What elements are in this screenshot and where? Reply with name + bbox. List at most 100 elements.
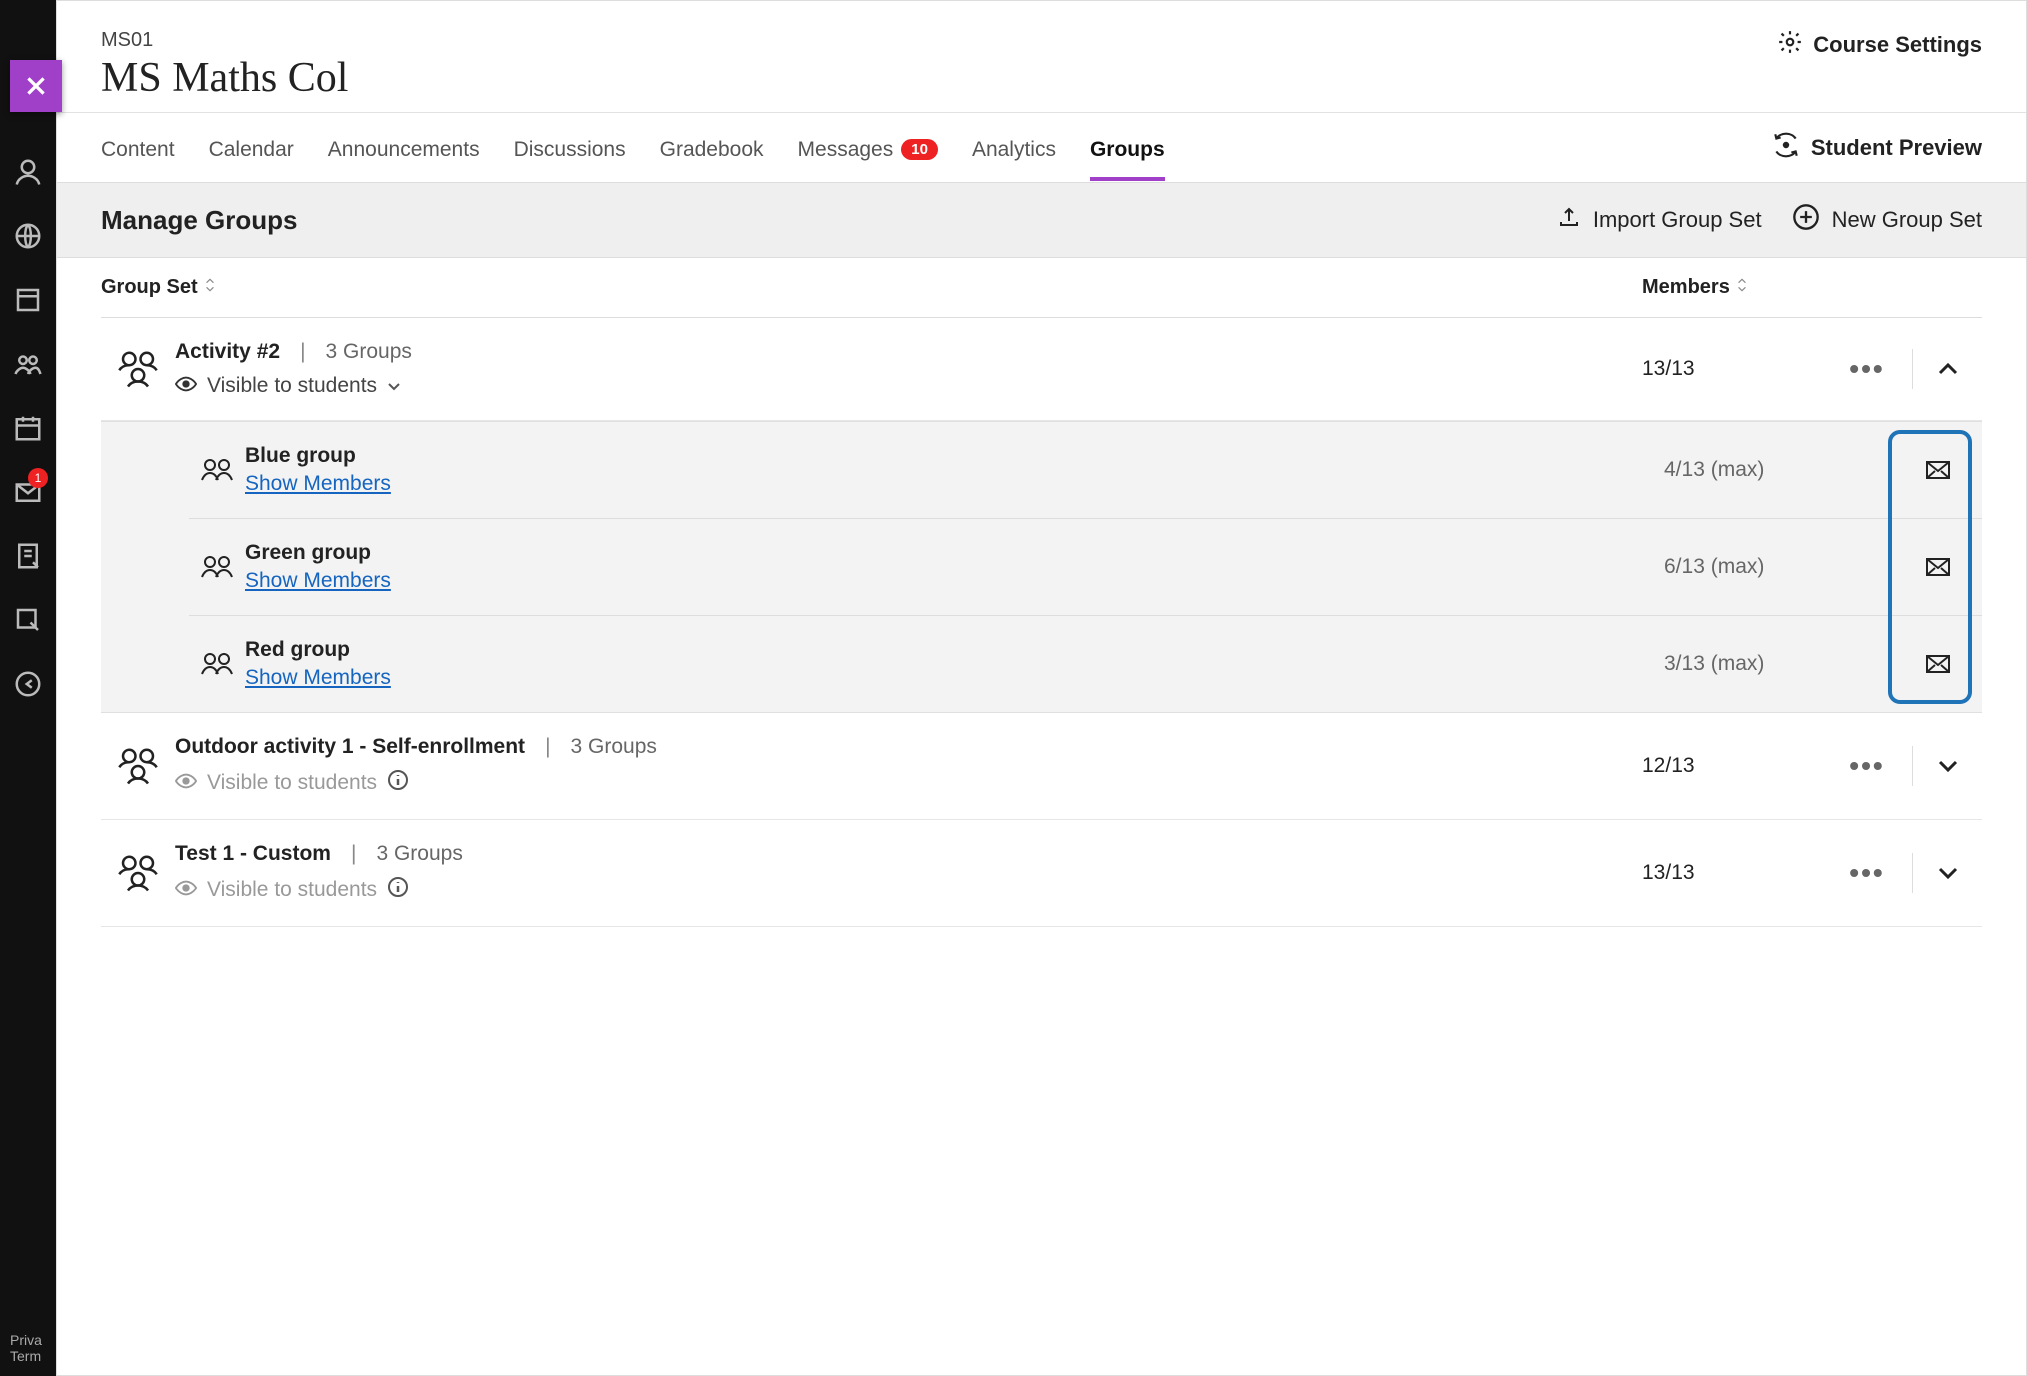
visibility-label: Visible to students — [175, 876, 1642, 904]
tab-gradebook[interactable]: Gradebook — [660, 116, 764, 180]
student-preview-label: Student Preview — [1811, 135, 1982, 161]
group-name: Green group — [245, 541, 1664, 565]
course-tabs: Content Calendar Announcements Discussio… — [57, 112, 2026, 182]
group-icon — [189, 553, 245, 581]
info-icon[interactable] — [387, 769, 409, 797]
members-count: 13/13 — [1642, 357, 1822, 381]
new-group-set-button[interactable]: New Group Set — [1792, 203, 1982, 237]
sort-icon — [204, 276, 216, 299]
message-group-button[interactable] — [1894, 655, 1982, 673]
sort-icon — [1736, 276, 1748, 299]
plus-circle-icon — [1792, 203, 1820, 237]
group-name: Red group — [245, 638, 1664, 662]
collapse-button[interactable] — [1912, 349, 1982, 389]
new-group-set-label: New Group Set — [1832, 207, 1982, 233]
main-panel: MS01 MS Maths Col Course Settings Conten… — [56, 0, 2027, 1376]
course-code: MS01 — [101, 29, 348, 52]
group-icon — [189, 650, 245, 678]
manage-groups-bar: Manage Groups Import Group Set New Group… — [57, 182, 2026, 258]
envelope-icon — [1926, 558, 1950, 576]
group-members-count: 4/13 (max) — [1664, 458, 1894, 482]
group-count: 3 Groups — [571, 735, 657, 759]
group-count: 3 Groups — [326, 340, 412, 364]
tab-announcements[interactable]: Announcements — [328, 116, 480, 180]
column-group-set[interactable]: Group Set — [101, 276, 1642, 299]
nav-messages-icon[interactable]: 1 — [0, 460, 56, 524]
group-row: Red group Show Members 3/13 (max) — [189, 616, 1982, 712]
nav-calendar-icon[interactable] — [0, 396, 56, 460]
group-row: Blue group Show Members 4/13 (max) — [189, 422, 1982, 519]
nav-groups-icon[interactable] — [0, 332, 56, 396]
group-set-name[interactable]: Outdoor activity 1 - Self-enrollment — [175, 735, 525, 759]
course-settings-label: Course Settings — [1813, 32, 1982, 58]
tab-messages[interactable]: Messages 10 — [798, 116, 938, 180]
more-options-button[interactable]: ••• — [1822, 857, 1912, 889]
group-icon — [189, 456, 245, 484]
course-title: MS Maths Col — [101, 54, 348, 102]
nav-profile-icon[interactable] — [0, 140, 56, 204]
course-settings-button[interactable]: Course Settings — [1777, 29, 1982, 61]
group-set-name[interactable]: Test 1 - Custom — [175, 842, 331, 866]
message-group-button[interactable] — [1894, 461, 1982, 479]
import-group-set-button[interactable]: Import Group Set — [1557, 205, 1762, 235]
messages-badge: 10 — [901, 139, 938, 160]
column-members[interactable]: Members — [1642, 276, 1822, 299]
group-members-count: 3/13 (max) — [1664, 652, 1894, 676]
tab-discussions[interactable]: Discussions — [514, 116, 626, 180]
group-row: Green group Show Members 6/13 (max) — [189, 519, 1982, 616]
group-sets-table: Group Set Members Activity #2 — [57, 258, 2026, 1375]
page-title: Manage Groups — [101, 205, 297, 236]
group-icon — [101, 851, 175, 895]
envelope-icon — [1926, 655, 1950, 673]
upload-icon — [1557, 205, 1581, 235]
course-header: MS01 MS Maths Col Course Settings — [57, 1, 2026, 112]
student-preview-button[interactable]: Student Preview — [1771, 132, 1982, 164]
expand-button[interactable] — [1912, 746, 1982, 786]
visibility-toggle[interactable]: Visible to students — [175, 374, 1642, 398]
rail-footer-terms[interactable]: Term — [10, 1348, 56, 1364]
visibility-label: Visible to students — [175, 769, 1642, 797]
tab-calendar[interactable]: Calendar — [209, 116, 294, 180]
nav-grades-icon[interactable] — [0, 524, 56, 588]
tab-groups[interactable]: Groups — [1090, 116, 1165, 180]
more-options-button[interactable]: ••• — [1822, 353, 1912, 385]
nav-signout-icon[interactable] — [0, 652, 56, 716]
group-set-name[interactable]: Activity #2 — [175, 340, 280, 364]
nav-institution-icon[interactable] — [0, 204, 56, 268]
eye-icon — [175, 374, 197, 398]
group-set-row: Outdoor activity 1 - Self-enrollment | 3… — [101, 713, 1982, 820]
refresh-eye-icon — [1771, 132, 1801, 164]
show-members-link[interactable]: Show Members — [245, 569, 391, 593]
group-set-row: Test 1 - Custom | 3 Groups Visible to st… — [101, 820, 1982, 927]
gear-icon — [1777, 29, 1803, 61]
import-group-set-label: Import Group Set — [1593, 207, 1762, 233]
chevron-down-icon — [387, 374, 401, 398]
show-members-link[interactable]: Show Members — [245, 666, 391, 690]
more-options-button[interactable]: ••• — [1822, 750, 1912, 782]
rail-footer-privacy[interactable]: Priva — [10, 1332, 56, 1348]
group-children: Blue group Show Members 4/13 (max) Green… — [101, 421, 1982, 713]
left-nav-rail: 1 Priva Term — [0, 0, 56, 1376]
show-members-link[interactable]: Show Members — [245, 472, 391, 496]
group-name: Blue group — [245, 444, 1664, 468]
group-icon — [101, 744, 175, 788]
nav-messages-badge: 1 — [28, 468, 48, 488]
nav-courses-icon[interactable] — [0, 268, 56, 332]
rail-footer: Priva Term — [0, 1328, 56, 1376]
close-panel-button[interactable] — [10, 60, 62, 112]
expand-button[interactable] — [1912, 853, 1982, 893]
group-count: 3 Groups — [376, 842, 462, 866]
info-icon[interactable] — [387, 876, 409, 904]
tab-analytics[interactable]: Analytics — [972, 116, 1056, 180]
group-members-count: 6/13 (max) — [1664, 555, 1894, 579]
message-group-button[interactable] — [1894, 558, 1982, 576]
eye-icon — [175, 878, 197, 902]
group-icon — [101, 347, 175, 391]
table-header-row: Group Set Members — [101, 258, 1982, 318]
eye-icon — [175, 771, 197, 795]
envelope-icon — [1926, 461, 1950, 479]
tab-content[interactable]: Content — [101, 116, 175, 180]
nav-tools-icon[interactable] — [0, 588, 56, 652]
members-count: 13/13 — [1642, 861, 1822, 885]
group-set-row: Activity #2 | 3 Groups Visible to studen… — [101, 318, 1982, 421]
